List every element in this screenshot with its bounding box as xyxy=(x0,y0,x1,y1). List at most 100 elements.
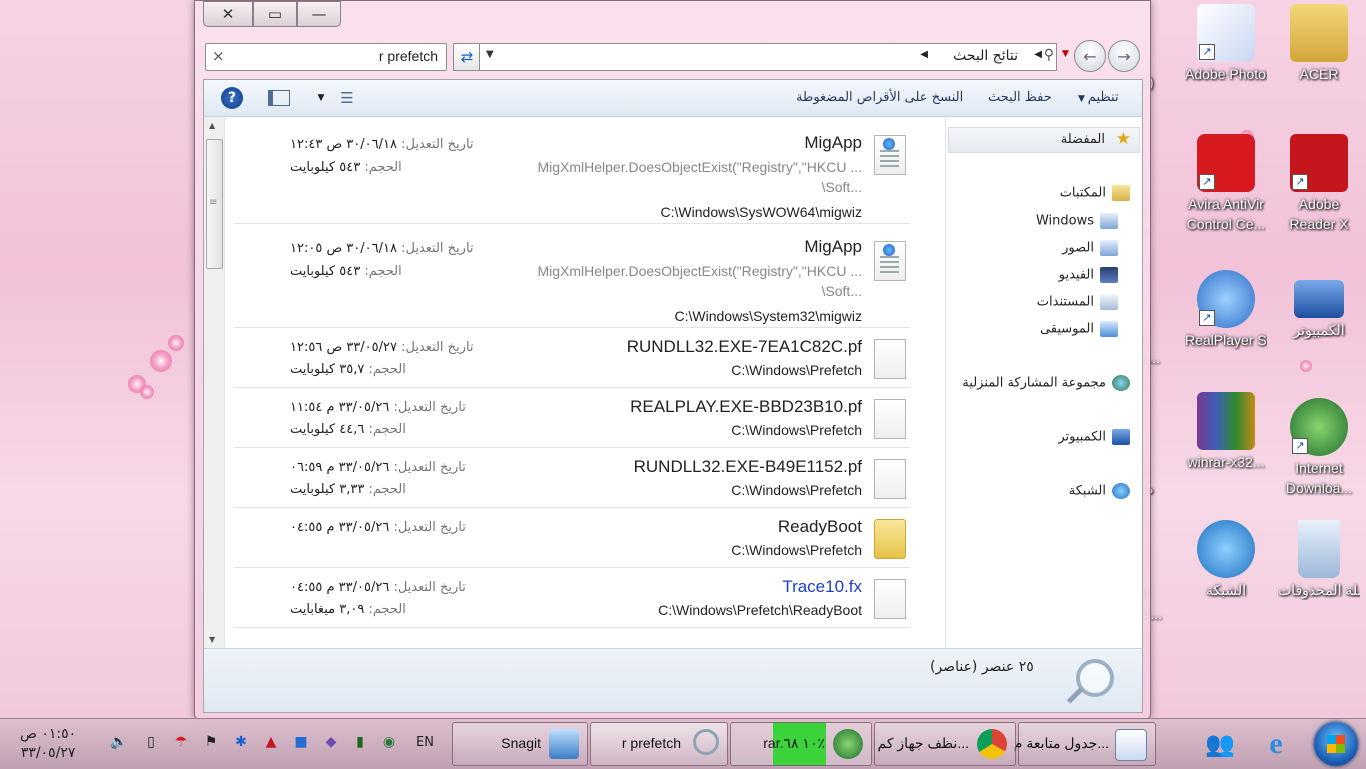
flag-icon[interactable]: ⚑ xyxy=(202,733,220,751)
desktop-icon-acer[interactable]: ACER xyxy=(1278,4,1360,84)
adobe-reader-icon: ↗ xyxy=(1290,134,1348,192)
view-details-icon[interactable]: ☰ xyxy=(336,87,358,109)
help-icon[interactable]: ? xyxy=(221,87,243,109)
list-item[interactable]: MigApp MigXmlHelper.DoesObjectExist("Reg… xyxy=(234,117,910,224)
close-button[interactable]: ✕ xyxy=(203,1,253,27)
organize-button[interactable]: ▼ تنظيم xyxy=(1078,90,1119,105)
desktop-icon-avira[interactable]: ↗ Avira AntiVir Control Ce... xyxy=(1185,134,1267,234)
nav-library-pictures[interactable]: الصور xyxy=(1062,240,1118,256)
search-input[interactable]: × r prefetch xyxy=(205,43,447,71)
close-icon: ✕ xyxy=(221,5,235,23)
preview-pane-icon[interactable] xyxy=(268,87,290,109)
modified-date: تاريخ التعديل: ٣٣/٠٥/٢٦ م ٠٦:٥٩ xyxy=(290,460,466,475)
search-icon: ⚲ xyxy=(1043,47,1054,63)
list-item[interactable]: RUNDLL32.EXE-7EA1C82C.pf C:\Windows\Pref… xyxy=(234,327,910,388)
grip-icon: ≡ xyxy=(209,197,218,208)
list-item[interactable]: ReadyBoot C:\Windows\Prefetch تاريخ التع… xyxy=(234,507,910,568)
nav-computer[interactable]: الكمبيوتر xyxy=(1058,429,1130,445)
breadcrumb-separator-icon[interactable]: ◀ xyxy=(1034,49,1042,60)
desktop-icon-winrar[interactable]: winrar-x32... xyxy=(1185,392,1267,472)
taskbar-item-word[interactable]: جدول متابعة م... xyxy=(1014,722,1156,766)
start-button[interactable] xyxy=(1314,722,1358,766)
signal-bars-icon[interactable]: ▮ xyxy=(351,733,369,751)
search-results-list: MigApp MigXmlHelper.DoesObjectExist("Reg… xyxy=(224,117,936,648)
desktop-icon-network[interactable]: الشبكة xyxy=(1185,520,1267,600)
shortcut-arrow-icon: ↗ xyxy=(1199,310,1215,326)
modified-date: تاريخ التعديل: ٣٣/٠٥/٢٦ م ٠٤:٥٥ xyxy=(290,580,466,595)
list-item[interactable]: Trace10.fx C:\Windows\Prefetch\ReadyBoot… xyxy=(234,567,910,628)
winrar-icon xyxy=(1197,392,1255,450)
forward-button[interactable]: → xyxy=(1108,40,1140,72)
list-item[interactable]: REALPLAY.EXE-BBD23B10.pf C:\Windows\Pref… xyxy=(234,387,910,448)
desktop-icon-idm[interactable]: ↗ Internet Downloa... xyxy=(1278,398,1360,498)
network-status-icon[interactable]: ◉ xyxy=(380,733,398,751)
xml-file-icon xyxy=(874,135,906,175)
pinned-internet-explorer[interactable]: e xyxy=(1250,723,1302,765)
desktop-icon-photoshop[interactable]: ↗ Adobe Photosho... xyxy=(1185,4,1267,84)
volume-icon[interactable]: 🔈 xyxy=(110,733,128,751)
desktop-icon-computer[interactable]: الكمبيوتر xyxy=(1278,270,1360,340)
app-tray-icon[interactable]: ◆ xyxy=(322,733,340,751)
battery-icon[interactable]: ▯ xyxy=(142,733,160,751)
refresh-button[interactable]: ⇄ xyxy=(453,43,481,71)
pdf-tray-icon[interactable]: ▲ xyxy=(262,733,280,751)
pinned-windows-live[interactable]: 👥 xyxy=(1194,723,1246,765)
computer-icon xyxy=(1112,429,1130,445)
modified-date: تاريخ التعديل: ٣٣/٠٥/٢٧ ص ١٢:٥٦ xyxy=(290,340,474,355)
language-indicator[interactable]: EN xyxy=(416,735,434,750)
scroll-up-icon[interactable]: ▲ xyxy=(209,121,215,130)
realplayer-icon: ↗ xyxy=(1197,270,1255,328)
taskbar-item-search[interactable]: r prefetch xyxy=(590,722,728,766)
back-button[interactable]: ← xyxy=(1074,40,1106,72)
address-bar[interactable]: ▼ ◀ نتائج البحث ◀ ⚲ xyxy=(479,43,1057,71)
scroll-down-icon[interactable]: ▼ xyxy=(209,635,215,644)
desktop-icon-realplayer[interactable]: ↗ RealPlayer SP xyxy=(1185,270,1267,350)
bluetooth-icon[interactable]: ✱ xyxy=(232,733,250,751)
vertical-scrollbar[interactable]: ▲ ≡ ▼ xyxy=(204,117,225,648)
search-icon xyxy=(693,729,719,755)
file-icon xyxy=(874,399,906,439)
nav-network[interactable]: الشبكة xyxy=(1069,483,1130,499)
snagit-icon xyxy=(549,729,579,759)
wallpaper-blossom xyxy=(150,350,172,372)
nav-library-documents[interactable]: المستندات xyxy=(1037,294,1118,310)
maximize-button[interactable]: ▭ xyxy=(253,1,297,27)
explorer-window: ✕ ▭ — × r prefetch ⇄ ▼ ◀ نتائج البحث ◀ ⚲… xyxy=(194,0,1151,720)
refresh-icon: ⇄ xyxy=(460,48,474,66)
avira-tray-icon[interactable]: ☂ xyxy=(172,733,190,751)
nav-libraries[interactable]: المكتبات xyxy=(1060,185,1130,201)
taskbar-item-chrome[interactable]: نظف جهاز كم... xyxy=(874,722,1016,766)
documents-icon xyxy=(1100,294,1118,310)
arrow-right-icon: → xyxy=(1117,46,1131,66)
favorites-header[interactable]: المفضلة ★ xyxy=(948,127,1140,153)
list-item[interactable]: MigApp MigXmlHelper.DoesObjectExist("Reg… xyxy=(234,223,910,328)
breadcrumb-separator-icon[interactable]: ◀ xyxy=(920,49,928,60)
taskbar-item-snagit[interactable]: Snagit xyxy=(452,722,588,766)
desktop-icon-recycle-bin[interactable]: سلة المحذوفات xyxy=(1278,520,1360,600)
nav-library-videos[interactable]: الفيديو xyxy=(1059,267,1118,283)
list-item[interactable]: RUNDLL32.EXE-B49E1152.pf C:\Windows\Pref… xyxy=(234,447,910,508)
item-count: ٢٥ عنصر (عناصر) xyxy=(930,659,1034,675)
content-snippet: \Soft... xyxy=(821,179,862,195)
wallpaper-blossom xyxy=(1300,360,1312,372)
burn-button[interactable]: النسخ على الأقراص المضغوطة xyxy=(796,90,963,105)
app-tray-icon[interactable]: ■ xyxy=(292,733,310,751)
file-size: الحجم: ٥٤٣ كيلوبايت xyxy=(290,264,402,279)
nav-library-windows[interactable]: Windows xyxy=(1036,213,1118,229)
minimize-button[interactable]: — xyxy=(297,1,341,27)
libraries-icon xyxy=(1112,185,1130,201)
taskbar-item-download[interactable]: rar.١٠ ٦٨٪ xyxy=(730,722,872,766)
computer-icon xyxy=(1294,280,1344,318)
view-options-chevron-icon[interactable]: ▼ xyxy=(310,87,332,109)
recent-pages-dropdown-icon[interactable]: ▼ xyxy=(1062,49,1074,61)
desktop-icon-adobe-reader[interactable]: ↗ Adobe Reader X xyxy=(1278,134,1360,234)
content-snippet: \Soft... xyxy=(821,283,862,299)
chevron-down-icon[interactable]: ▼ xyxy=(486,49,494,60)
close-icon[interactable]: × xyxy=(212,47,225,65)
maximize-icon: ▭ xyxy=(267,5,283,23)
system-clock[interactable]: ٠١:٥٠ ص ٣٣/٠٥/٢٧ xyxy=(20,725,76,763)
nav-library-music[interactable]: الموسيقى xyxy=(1040,321,1118,337)
breadcrumb[interactable]: نتائج البحث xyxy=(953,48,1018,64)
save-search-button[interactable]: حفظ البحث xyxy=(988,90,1052,105)
nav-homegroup[interactable]: مجموعة المشاركة المنزلية xyxy=(962,375,1130,391)
